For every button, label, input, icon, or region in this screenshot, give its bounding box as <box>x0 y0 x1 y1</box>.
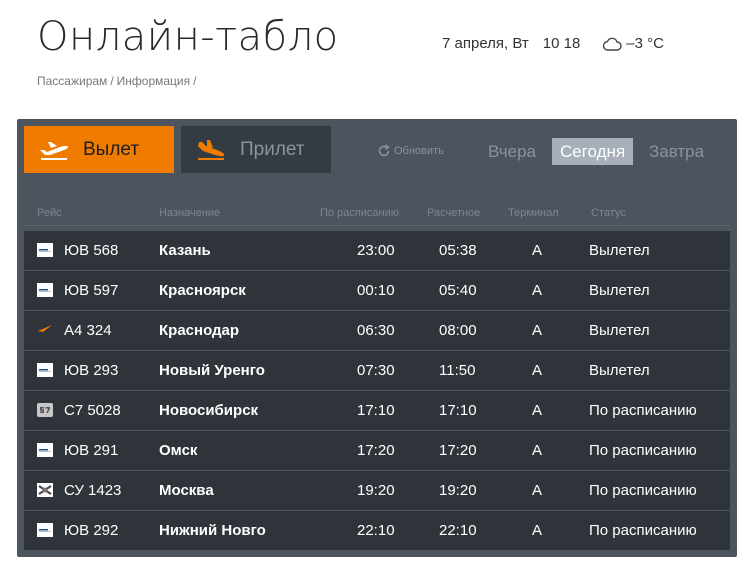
tab-departures[interactable]: Вылет <box>24 126 174 173</box>
scheduled-time: 19:20 <box>357 482 395 499</box>
departure-plane-icon <box>40 141 68 160</box>
destination: Казань <box>159 242 211 259</box>
terminal: A <box>532 322 543 339</box>
utair-logo-icon <box>37 243 53 257</box>
estimated-time: 19:20 <box>439 482 477 499</box>
column-header-estimated: Расчетное <box>427 207 481 219</box>
scheduled-time: 23:00 <box>357 242 395 259</box>
estimated-time: 17:20 <box>439 442 477 459</box>
current-time: 10 18 <box>542 35 581 52</box>
flight-number: С7 5028 <box>64 402 121 419</box>
scheduled-time: 06:30 <box>357 322 395 339</box>
tab-arrivals-label: Прилет <box>240 138 305 160</box>
day-yesterday-button[interactable]: Вчера <box>480 138 544 165</box>
cloud-icon <box>603 37 622 51</box>
day-tomorrow-button[interactable]: Завтра <box>641 138 712 165</box>
terminal: A <box>532 282 543 299</box>
refresh-button[interactable]: Обновить <box>377 144 444 158</box>
s7-logo-icon <box>37 403 53 417</box>
destination: Нижний Новго <box>159 522 266 539</box>
scheduled-time: 07:30 <box>357 362 395 379</box>
terminal: A <box>532 362 543 379</box>
estimated-time: 17:10 <box>439 402 477 419</box>
table-row[interactable]: ЮВ 568 Казань 23:00 05:38 A Вылетел <box>24 231 730 270</box>
table-row[interactable]: ЮВ 291 Омск 17:20 17:20 A По расписанию <box>24 431 730 470</box>
table-row[interactable]: ЮВ 292 Нижний Новго 22:10 22:10 A По рас… <box>24 511 730 550</box>
estimated-time: 22:10 <box>439 522 477 539</box>
utair-logo-icon <box>37 523 53 537</box>
column-header-status: Статус <box>591 207 626 219</box>
destination: Москва <box>159 482 214 499</box>
tab-arrivals[interactable]: Прилет <box>181 126 331 173</box>
utair-logo-icon <box>37 283 53 297</box>
flights-table: ЮВ 568 Казань 23:00 05:38 A Вылетел ЮВ 5… <box>24 231 730 551</box>
destination: Новосибирск <box>159 402 259 419</box>
utair-logo-icon <box>37 443 53 457</box>
flight-board: Вылет Прилет Обновить Вчера Сегодня Завт… <box>17 119 737 557</box>
scheduled-time: 17:10 <box>357 402 395 419</box>
column-header-terminal: Терминал <box>508 207 559 219</box>
date-time-weather: 7 апреля, Вт 10 18 –3 °C <box>442 35 664 52</box>
refresh-label: Обновить <box>394 145 444 157</box>
day-today-button[interactable]: Сегодня <box>552 138 634 165</box>
page-title: Онлайн-табло <box>37 14 339 60</box>
estimated-time: 05:40 <box>439 282 477 299</box>
flight-number: ЮВ 293 <box>64 362 119 379</box>
arrival-plane-icon <box>198 139 225 160</box>
table-row[interactable]: ЮВ 293 Новый Уренго 07:30 11:50 A Вылете… <box>24 351 730 390</box>
flight-status: По расписанию <box>589 402 697 419</box>
refresh-icon <box>378 144 390 157</box>
table-row[interactable]: СУ 1423 Москва 19:20 19:20 A По расписан… <box>24 471 730 510</box>
table-row[interactable]: С7 5028 Новосибирск 17:10 17:10 A По рас… <box>24 391 730 430</box>
destination: Краснодар <box>159 322 240 339</box>
breadcrumb-separator: / <box>110 74 114 88</box>
flight-status: Вылетел <box>589 362 650 379</box>
column-header-scheduled: По расписанию <box>320 207 400 219</box>
flight-number: СУ 1423 <box>64 482 122 499</box>
header-divider <box>24 225 730 226</box>
flight-status: По расписанию <box>589 442 697 459</box>
destination: Новый Уренго <box>159 362 265 379</box>
table-row[interactable]: ЮВ 597 Красноярск 00:10 05:40 A Вылетел <box>24 271 730 310</box>
destination: Омск <box>159 442 198 459</box>
flight-status: По расписанию <box>589 482 697 499</box>
breadcrumb-separator: / <box>193 74 197 88</box>
estimated-time: 11:50 <box>439 362 476 379</box>
aeroflot-logo-icon <box>38 325 52 335</box>
flight-status: По расписанию <box>589 522 697 539</box>
flight-number: ЮВ 292 <box>64 522 119 539</box>
destination: Красноярск <box>159 282 246 299</box>
flight-status: Вылетел <box>589 282 650 299</box>
terminal: A <box>532 522 543 539</box>
terminal: A <box>532 482 543 499</box>
utair-logo-icon <box>37 363 53 377</box>
flight-number: ЮВ 291 <box>64 442 119 459</box>
scheduled-time: 22:10 <box>357 522 395 539</box>
terminal: A <box>532 242 543 259</box>
flight-number: ЮВ 597 <box>64 282 119 299</box>
rusline-logo-icon <box>37 483 53 497</box>
breadcrumb-item-passengers[interactable]: Пассажирам <box>37 74 107 88</box>
scheduled-time: 17:20 <box>357 442 395 459</box>
temperature: –3 °C <box>626 35 664 52</box>
flight-status: Вылетел <box>589 242 650 259</box>
table-row[interactable]: А4 324 Краснодар 06:30 08:00 A Вылетел <box>24 311 730 350</box>
flight-number: А4 324 <box>64 322 112 339</box>
column-header-flight: Рейс <box>37 207 62 219</box>
flight-status: Вылетел <box>589 322 650 339</box>
terminal: A <box>532 442 543 459</box>
terminal: A <box>532 402 543 419</box>
flight-number: ЮВ 568 <box>64 242 119 259</box>
breadcrumb-item-information[interactable]: Информация <box>117 74 190 88</box>
scheduled-time: 00:10 <box>357 282 395 299</box>
estimated-time: 05:38 <box>439 242 477 259</box>
current-date: 7 апреля, Вт <box>442 35 529 52</box>
breadcrumb: Пассажирам / Информация / <box>37 74 199 88</box>
column-header-destination: Назначение <box>159 207 221 219</box>
tab-departures-label: Вылет <box>83 138 140 160</box>
estimated-time: 08:00 <box>439 322 477 339</box>
